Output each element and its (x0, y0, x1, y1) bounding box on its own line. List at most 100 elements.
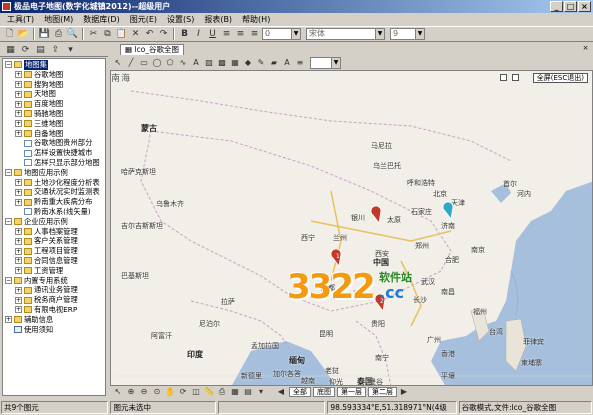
ellipse-icon[interactable]: ◯ (151, 57, 163, 69)
paste-icon[interactable]: 📋 (115, 28, 128, 41)
cut-icon[interactable]: ✂ (87, 28, 100, 41)
tab-base-map[interactable]: 底图 (313, 387, 335, 397)
layers-icon[interactable]: ▦ (4, 43, 17, 56)
delete-icon[interactable]: ✕ (129, 28, 142, 41)
close-tab-icon[interactable]: × (581, 44, 590, 53)
line-icon[interactable]: ╱ (125, 57, 137, 69)
rectangle-icon[interactable]: ▭ (138, 57, 150, 69)
tree-item[interactable]: + 有限电视ERP (3, 305, 105, 315)
menu-settings[interactable]: 设置(S) (162, 13, 199, 26)
redo-icon[interactable]: ↷ (157, 28, 170, 41)
measure-icon[interactable]: 📏 (203, 386, 215, 398)
tab-all[interactable]: 全部 (289, 387, 311, 397)
tree-item[interactable]: + 百度地图 (3, 99, 105, 109)
tree-item[interactable]: − 内置专用系统 (3, 276, 105, 286)
fill-color-icon[interactable]: ▰ (268, 57, 280, 69)
tree-item[interactable]: + 税务商户管理 (3, 295, 105, 305)
marker-icon[interactable]: ◆ (242, 57, 254, 69)
expand-icon[interactable]: + (15, 90, 22, 98)
chevron-down-icon[interactable]: ▼ (291, 28, 301, 40)
grid-icon[interactable]: ▤ (34, 43, 47, 56)
tree-item[interactable]: + 人事档案管理 (3, 227, 105, 237)
italic-icon[interactable]: I (192, 28, 205, 41)
tree-item[interactable]: 黔南水系(线矢量) (3, 207, 105, 217)
expand-icon[interactable]: + (15, 227, 22, 235)
tree-item[interactable]: 怎样只显示部分地图 (3, 158, 105, 168)
expand-icon[interactable]: + (15, 188, 22, 196)
menu-report[interactable]: 报表(B) (199, 13, 237, 26)
expand-icon[interactable]: + (15, 306, 22, 314)
expand-icon[interactable]: + (15, 100, 22, 108)
expand-icon[interactable]: + (15, 237, 22, 245)
layers-icon[interactable]: ▤ (242, 386, 254, 398)
grid-icon[interactable]: ▦ (229, 386, 241, 398)
pointer-icon[interactable]: ↖ (112, 57, 124, 69)
chevron-down-icon[interactable]: ▾ (64, 43, 77, 56)
expand-icon[interactable]: + (15, 80, 22, 88)
bitmap-icon[interactable]: ▩ (216, 57, 228, 69)
tree-item[interactable]: − 地图集 (3, 60, 105, 70)
tree-item[interactable]: + 黔南重大疾病分布 (3, 197, 105, 207)
maximize-button[interactable]: □ (564, 1, 577, 12)
refresh-icon[interactable]: ⟳ (177, 386, 189, 398)
menu-map[interactable]: 地图(M) (39, 13, 78, 26)
tree-item[interactable]: − 地图应用示例 (3, 168, 105, 178)
open-folder-icon[interactable]: 📂 (17, 28, 30, 41)
undo-icon[interactable]: ↶ (143, 28, 156, 41)
collapse-icon[interactable]: − (5, 61, 12, 69)
polygon-icon[interactable]: ⬠ (164, 57, 176, 69)
tree-item[interactable]: + 土地沙化程度分析表 (3, 178, 105, 188)
image-icon[interactable]: ▨ (203, 57, 215, 69)
tree-item[interactable]: + 客户关系管理 (3, 236, 105, 246)
map-pin-icon[interactable] (370, 205, 382, 224)
tab-layer-1[interactable]: 第一层 (337, 387, 366, 397)
tree-item[interactable]: + 通讯业务管理 (3, 285, 105, 295)
collapse-icon[interactable]: − (5, 276, 12, 284)
bold-icon[interactable]: B (178, 28, 191, 41)
print-icon[interactable]: ⎙ (216, 386, 228, 398)
chevron-down-icon[interactable]: ▼ (375, 28, 385, 40)
print-icon[interactable]: ⎙ (52, 28, 65, 41)
expand-icon[interactable]: + (15, 110, 22, 118)
layer-combo[interactable]: 0 ▼ (262, 28, 301, 40)
close-button[interactable]: × (578, 1, 591, 12)
preview-icon[interactable]: 🔍 (66, 28, 79, 41)
arrow-left-icon[interactable]: ◀ (275, 386, 287, 398)
tree-item[interactable]: 谷歌地图贵州部分 (3, 138, 105, 148)
tree-item[interactable]: + 自备地图 (3, 129, 105, 139)
map-pin-icon[interactable] (442, 201, 454, 220)
refresh-icon[interactable]: ⟳ (19, 43, 32, 56)
zoom-out-icon[interactable]: ⊖ (138, 386, 150, 398)
tree-item[interactable]: + 搜狗地图 (3, 80, 105, 90)
expand-icon[interactable]: + (15, 257, 22, 265)
map-view[interactable]: 乌鲁木齐 呼和浩特 北京 天津 石家庄 太原 济南 银川 兰州 西宁 西安 郑州 合肥 南京 武汉 成都 重庆长… (110, 70, 593, 386)
tree-item[interactable]: 使用须知 (3, 325, 105, 335)
align-right-icon[interactable]: ≡ (248, 28, 261, 41)
expand-icon[interactable]: + (15, 129, 22, 137)
save-icon[interactable]: 💾 (38, 28, 51, 41)
tree-item[interactable]: − 企业应用示例 (3, 217, 105, 227)
table-icon[interactable]: ▦ (229, 57, 241, 69)
map-pin-icon[interactable]: 1 (330, 248, 342, 267)
zoom-extent-icon[interactable]: ⊙ (151, 386, 163, 398)
tree-item[interactable]: + 谷歌地图 (3, 70, 105, 80)
underline-icon[interactable]: U (206, 28, 219, 41)
document-tab[interactable]: ▦ lco_谷歌全图 (120, 44, 185, 55)
tree-item[interactable]: 怎样设置快捷城市 (3, 148, 105, 158)
chevron-down-icon[interactable]: ▼ (415, 28, 425, 40)
curve-icon[interactable]: ∿ (177, 57, 189, 69)
font-size-combo[interactable]: 9 ▼ (390, 28, 425, 40)
align-center-icon[interactable]: ≡ (234, 28, 247, 41)
chevron-down-icon[interactable]: ▼ (331, 56, 341, 69)
font-combo[interactable]: 宋体 ▼ (306, 28, 385, 40)
text-icon[interactable]: A (190, 57, 202, 69)
menu-help[interactable]: 帮助(H) (237, 13, 275, 26)
collapse-icon[interactable]: − (5, 169, 12, 177)
new-icon[interactable]: 🗋 (3, 28, 16, 41)
expand-icon[interactable]: + (15, 247, 22, 255)
expand-icon[interactable]: + (15, 296, 22, 304)
tree-item[interactable]: + 工资管理 (3, 266, 105, 276)
chevron-down-icon[interactable]: ▾ (255, 386, 267, 398)
title-bar[interactable]: 极品电子地图(数字化城镇2012)--超级用户 _ □ × (0, 0, 593, 13)
line-width-combo[interactable]: ▼ (310, 56, 341, 69)
